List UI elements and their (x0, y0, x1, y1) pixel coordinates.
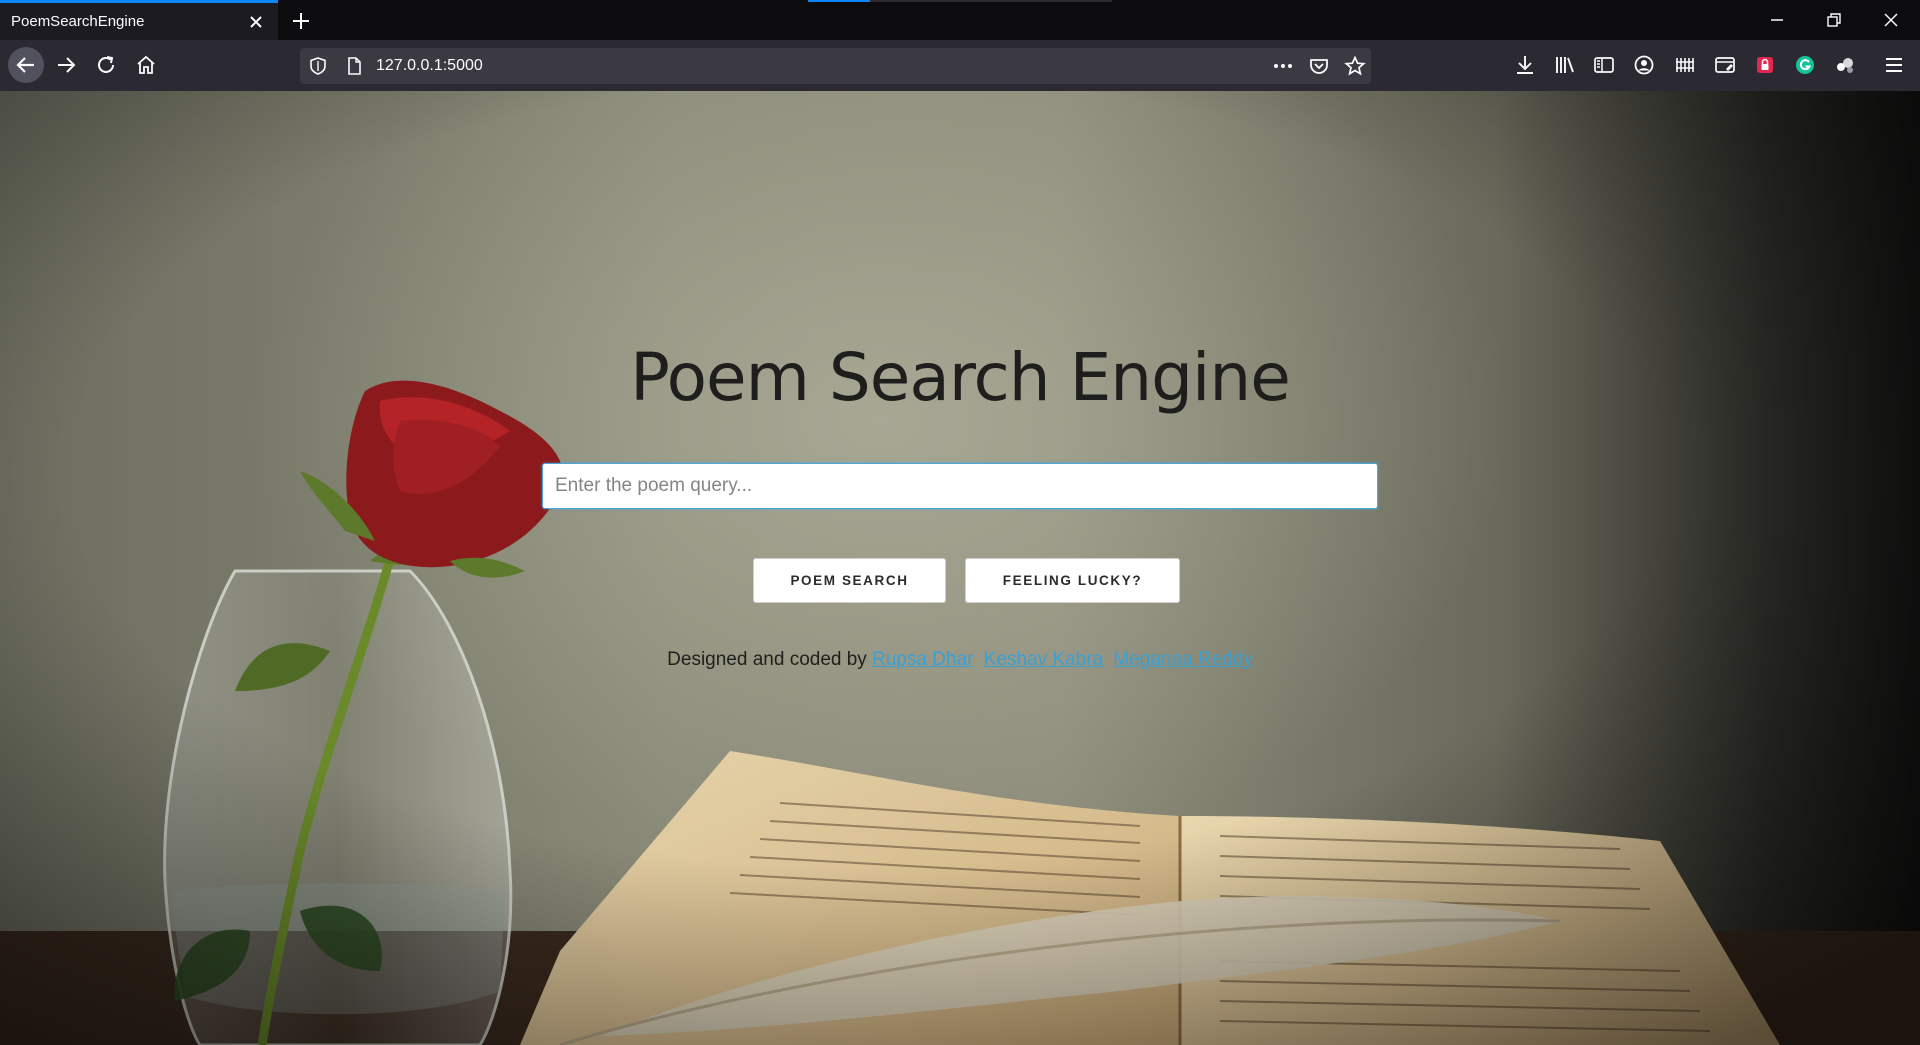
plus-icon[interactable] (288, 8, 314, 34)
tab-active[interactable]: PoemSearchEngine (0, 0, 278, 40)
star-icon[interactable] (1343, 54, 1367, 78)
window-close-icon[interactable] (1879, 8, 1903, 32)
download-icon[interactable] (1512, 52, 1538, 78)
page-viewport: Poem Search Engine Poem Search Feeling L… (0, 91, 1920, 1045)
poem-search-button[interactable]: Poem Search (753, 558, 946, 603)
back-arrow-icon[interactable] (8, 47, 44, 83)
screenshot-icon[interactable] (1712, 52, 1738, 78)
tab-title: PoemSearchEngine (11, 13, 145, 30)
loading-indicator (808, 0, 1112, 2)
home-icon[interactable] (131, 50, 161, 80)
url-bar[interactable]: 127.0.0.1:5000 (300, 48, 1371, 84)
navigation-toolbar: 127.0.0.1:5000 (0, 40, 1920, 91)
credits: Designed and coded by Rupsa Dhar Keshav … (0, 649, 1920, 671)
url-text[interactable]: 127.0.0.1:5000 (376, 57, 483, 75)
restore-icon[interactable] (1822, 8, 1846, 32)
page-title: Poem Search Engine (630, 339, 1291, 416)
sidebar-icon[interactable] (1591, 52, 1617, 78)
reload-icon[interactable] (91, 50, 121, 80)
feeling-lucky-button[interactable]: Feeling Lucky? (965, 558, 1180, 603)
author-link-meganaa[interactable]: Meganaa Reddy (1113, 649, 1252, 670)
close-icon[interactable] (244, 10, 268, 34)
background-image (0, 91, 1920, 1045)
forward-arrow-icon[interactable] (51, 50, 81, 80)
shield-icon[interactable] (306, 54, 330, 78)
extension-icon[interactable] (1832, 52, 1858, 78)
credits-prefix: Designed and coded by (667, 649, 867, 670)
pocket-icon[interactable] (1307, 54, 1331, 78)
page-icon (342, 54, 366, 78)
search-input[interactable] (542, 463, 1378, 509)
lock-extension-icon[interactable] (1752, 52, 1778, 78)
grid-extension-icon[interactable] (1672, 52, 1698, 78)
grammarly-icon[interactable] (1792, 52, 1818, 78)
library-icon[interactable] (1552, 52, 1578, 78)
account-icon[interactable] (1631, 52, 1657, 78)
more-icon[interactable] (1271, 54, 1295, 78)
author-link-keshav[interactable]: Keshav Kabra (984, 649, 1103, 670)
minimize-icon[interactable] (1765, 8, 1789, 32)
menu-icon[interactable] (1881, 52, 1907, 78)
tab-bar: PoemSearchEngine (0, 0, 1920, 40)
author-link-rupsa[interactable]: Rupsa Dhar (872, 649, 973, 670)
